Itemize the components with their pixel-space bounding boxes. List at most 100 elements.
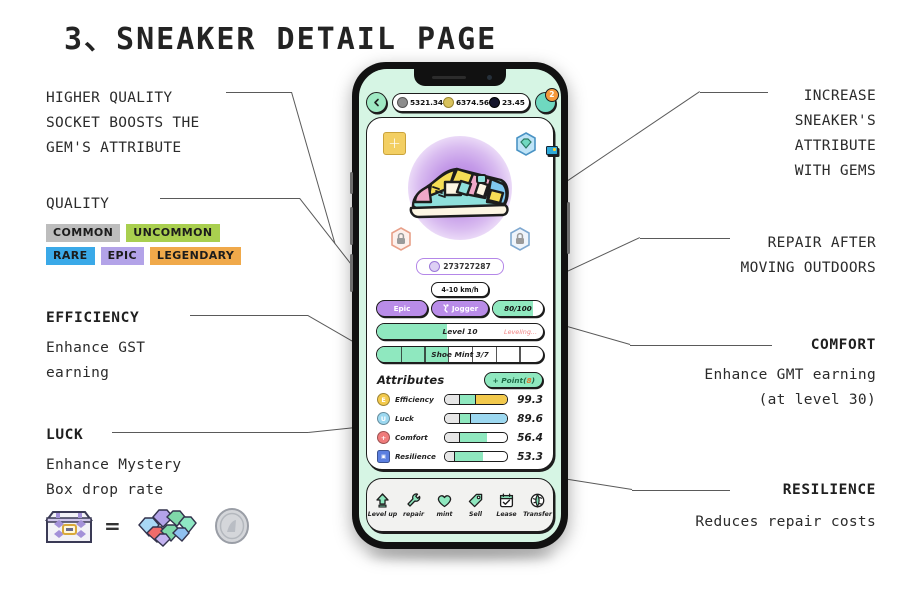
wallet-button[interactable]: 2 (534, 87, 559, 155)
leader-line-comfort-h (630, 345, 772, 346)
arrow-up-icon (376, 493, 389, 508)
level-bar-status: Leveling... (504, 327, 537, 336)
annotation-luck-heading: LUCK (46, 427, 84, 443)
annotation-socket-line1: HIGHER QUALITY (46, 90, 173, 106)
attribute-bar-efficiency (444, 394, 508, 405)
resilience-icon: ▣ (377, 450, 390, 463)
quality-badge[interactable]: Epic (376, 300, 428, 317)
phone-notch (414, 69, 506, 86)
attribute-row-luck[interactable]: U Luck 89.6 (367, 409, 553, 428)
bottom-nav: Level up repair mint Sell Lease Transfer (366, 478, 554, 532)
add-point-button[interactable]: + Point(8) (484, 372, 543, 388)
attribute-value-comfort: 56.4 (517, 431, 543, 444)
nav-item-repair[interactable]: repair (399, 492, 429, 518)
annotation-repair-line1: REPAIR AFTER (767, 235, 876, 251)
leader-line-quality-h (160, 198, 300, 199)
annotation-quality: QUALITY (46, 192, 109, 217)
shoe-id-pill[interactable]: 273727287 (416, 258, 504, 275)
nav-item-transfer[interactable]: Transfer (523, 492, 553, 518)
stat-pill-row: Epic 4-10 km/h Jogger 80/100 (367, 275, 553, 317)
comfort-icon: + (377, 431, 390, 444)
annotation-gems-line4: WITH GEMS (794, 163, 876, 179)
gmt-coin-icon (442, 96, 454, 108)
phone-screen: 5321.34 6374.56 23.45 2 + 273727287 Epic… (359, 69, 561, 542)
quality-chip-common: COMMON (46, 224, 121, 242)
annotation-repair: REPAIR AFTER MOVING OUTDOORS (741, 231, 876, 281)
annotation-comfort-line2: (at level 30) (758, 392, 876, 408)
lock-icon (390, 226, 411, 251)
annotation-repair-line2: MOVING OUTDOORS (740, 260, 876, 276)
wallet-badge: 2 (544, 87, 559, 102)
leader-line-repair-h (640, 238, 730, 239)
attribute-bar-comfort (444, 432, 508, 443)
nav-label-repair: repair (402, 511, 425, 518)
annotation-efficiency-line2: earning (46, 365, 110, 381)
socket-gem[interactable] (514, 131, 537, 156)
shoe-type-badge[interactable]: Jogger (431, 300, 489, 317)
level-bar[interactable]: Level 10 Leveling... (376, 323, 544, 340)
heart-icon (437, 495, 452, 508)
attribute-row-efficiency[interactable]: E Efficiency 99.3 (367, 390, 553, 409)
leader-line-gems-h (700, 92, 768, 93)
nav-item-sell[interactable]: Sell (461, 492, 491, 518)
annotation-efficiency: EFFICIENCY Enhance GST earning (46, 308, 145, 386)
back-button[interactable] (366, 91, 387, 113)
currency-gmt-value: 6374.56 (455, 97, 489, 107)
phone-volume-button[interactable] (350, 254, 353, 292)
annotation-comfort-line1: Enhance GMT earning (704, 367, 876, 383)
durability-badge[interactable]: 80/100 (492, 300, 544, 317)
durability-value: 80/100 (504, 304, 532, 313)
attribute-row-comfort[interactable]: + Comfort 56.4 (367, 428, 553, 447)
currency-token-value: 23.45 (501, 97, 525, 107)
speed-tag: 4-10 km/h (431, 282, 489, 297)
globe-icon (530, 493, 545, 508)
annotation-gems-line2: SNEAKER'S (794, 113, 876, 129)
leader-line-socket-d (291, 92, 336, 245)
earpiece-speaker (432, 76, 466, 79)
sneaker-detail-card: + 273727287 Epic 4-10 km/h Jogger 80/100… (366, 117, 554, 470)
gems-icon (137, 509, 197, 547)
nav-label-lease: Lease (496, 511, 517, 518)
annotation-gems: INCREASE SNEAKER'S ATTRIBUTE WITH GEMS (795, 84, 876, 184)
currency-gmt[interactable]: 6374.56 (442, 96, 489, 108)
socket-lock-left[interactable] (389, 226, 412, 251)
attribute-name-resilience: Resilience (395, 452, 436, 461)
leader-line-efficiency-h (190, 315, 308, 316)
wrench-icon (407, 493, 421, 507)
plus-icon: + (388, 134, 401, 152)
currency-gst[interactable]: 5321.34 (397, 96, 443, 108)
attribute-bar-luck (444, 413, 508, 424)
annotation-quality-heading: QUALITY (46, 196, 110, 212)
quality-chip-uncommon: UNCOMMON (126, 224, 220, 242)
nav-item-levelup[interactable]: Level up (368, 492, 398, 518)
socket-lock-right[interactable] (508, 226, 531, 251)
equals-sign: = (104, 514, 121, 538)
currency-bar: 5321.34 6374.56 23.45 (392, 92, 530, 112)
wallet-icon (546, 145, 559, 155)
leader-line-gems-d (565, 91, 700, 183)
add-point-prefix: + Point( (492, 375, 527, 385)
luck-icon: U (377, 412, 390, 425)
attribute-value-resilience: 53.3 (517, 450, 543, 463)
tag-icon (468, 493, 483, 508)
nav-item-lease[interactable]: Lease (492, 492, 522, 518)
attributes-title: Attributes (377, 373, 445, 387)
attribute-row-resilience[interactable]: ▣ Resilience 53.3 (367, 447, 553, 466)
leader-line-socket-h (226, 92, 292, 93)
annotation-comfort: COMFORT Enhance GMT earning (at level 30… (704, 335, 876, 413)
currency-token[interactable]: 23.45 (488, 96, 525, 108)
socket-add[interactable]: + (383, 132, 406, 155)
attribute-name-luck: Luck (395, 414, 414, 423)
sneaker-hero: + (367, 118, 553, 258)
annotation-socket-line2: SOCKET BOOSTS THE (46, 115, 200, 131)
nav-item-mint[interactable]: mint (430, 492, 460, 518)
shoe-type-label: Jogger (451, 304, 479, 313)
attribute-value-luck: 89.6 (517, 412, 543, 425)
gst-coin-icon (397, 96, 408, 108)
phone-power-button[interactable] (567, 202, 570, 254)
mint-bar[interactable]: Shoe Mint 3/7 (376, 346, 544, 363)
coin-icon (214, 508, 249, 544)
annotation-efficiency-line1: Enhance GST (46, 340, 146, 356)
nav-label-levelup: Level up (367, 511, 398, 518)
nav-label-mint: mint (436, 511, 453, 518)
